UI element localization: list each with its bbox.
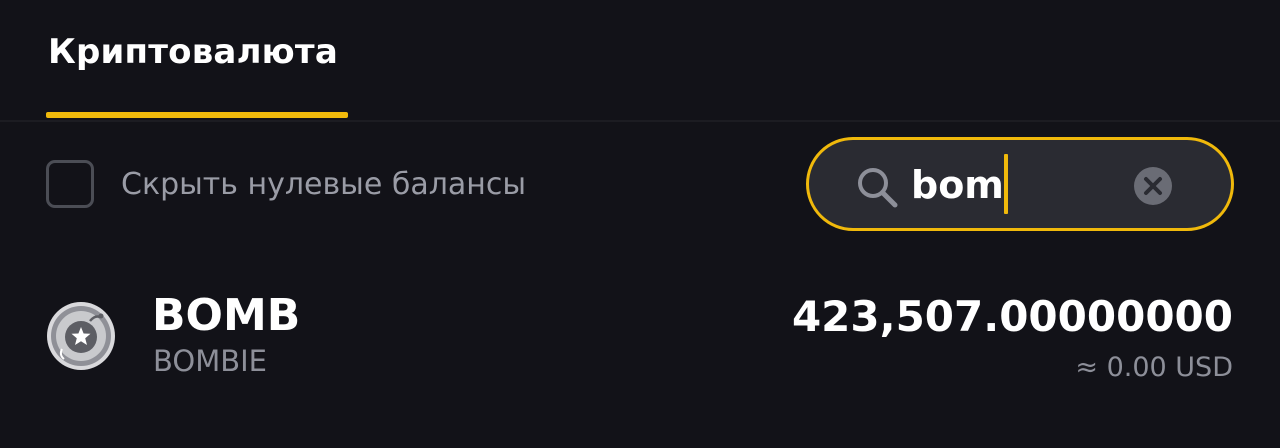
asset-amount: 423,507.00000000 bbox=[791, 292, 1233, 341]
hide-zero-balances-checkbox[interactable] bbox=[46, 160, 94, 208]
search-input[interactable] bbox=[911, 160, 1111, 210]
asset-usd-value: ≈ 0.00 USD bbox=[1075, 352, 1233, 383]
search-box[interactable] bbox=[806, 137, 1234, 231]
clear-icon[interactable] bbox=[1133, 166, 1173, 206]
active-tab-indicator bbox=[46, 112, 348, 118]
text-cursor bbox=[1004, 154, 1008, 214]
wallet-balances-screen: Криптовалюта Скрыть нулевые балансы bom … bbox=[0, 0, 1280, 448]
hide-zero-balances-label: Скрыть нулевые балансы bbox=[121, 166, 527, 202]
asset-row-bomb[interactable]: BOMB BOMBIE 423,507.00000000 ≈ 0.00 USD bbox=[0, 282, 1280, 392]
search-icon bbox=[858, 168, 898, 208]
tab-bar: Криптовалюта bbox=[0, 0, 1280, 122]
bombie-coin-icon bbox=[47, 302, 115, 370]
asset-symbol: BOMB bbox=[152, 290, 301, 341]
hide-zero-balances-row[interactable]: Скрыть нулевые балансы bbox=[46, 157, 526, 211]
asset-name: BOMBIE bbox=[153, 344, 268, 378]
tab-crypto[interactable]: Криптовалюта bbox=[46, 28, 348, 120]
tab-label: Криптовалюта bbox=[48, 32, 338, 72]
